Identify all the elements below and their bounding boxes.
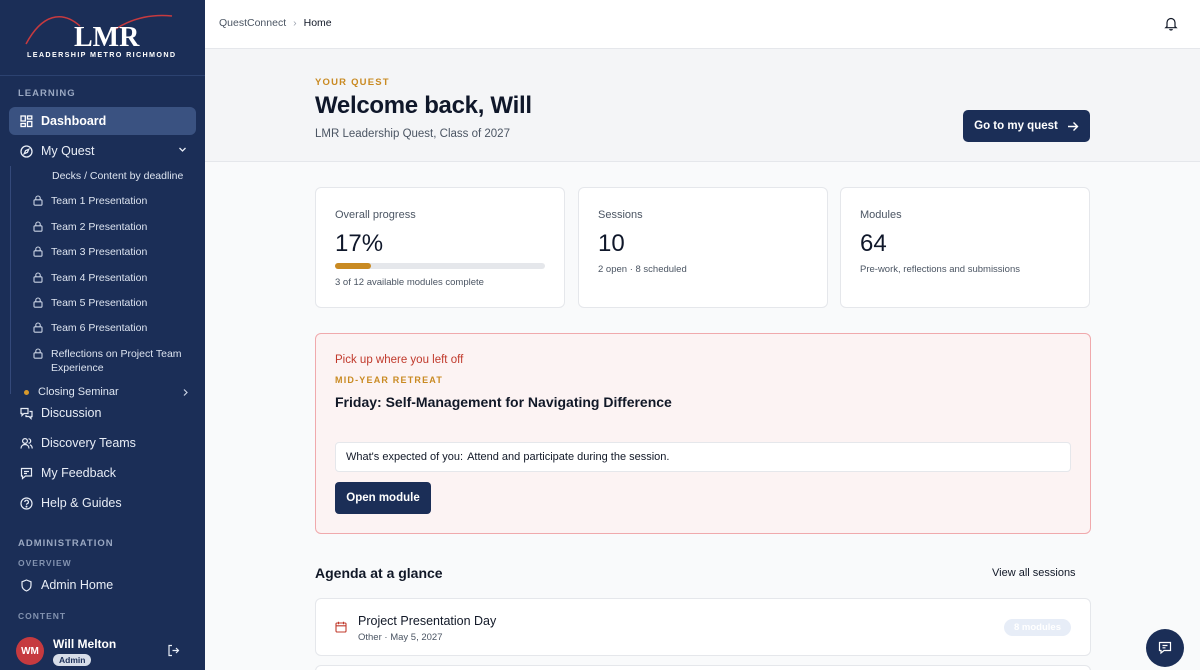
agenda-item-meta: Other · May 5, 2027	[358, 632, 443, 643]
quest-item-team-3[interactable]: Team 3 Presentation	[33, 245, 193, 261]
lmr-logo[interactable]: LMR LEADERSHIP METRO RICHMOND	[0, 0, 205, 75]
modules-card: Modules 64 Pre-work, reflections and sub…	[840, 187, 1090, 308]
sidebar-item-closing-seminar[interactable]: Closing Seminar	[24, 386, 194, 398]
expectation-label: What's expected of you:	[346, 451, 464, 463]
quest-item-decks[interactable]: Decks / Content by deadline	[52, 169, 205, 183]
lock-icon	[33, 348, 44, 363]
hero-eyebrow: YOUR QUEST	[315, 77, 390, 88]
learning-section-label: LEARNING	[18, 88, 76, 99]
quest-item-reflections[interactable]: Reflections on Project Team Experience	[33, 347, 193, 375]
logout-icon[interactable]	[167, 644, 180, 662]
go-to-quest-button[interactable]: Go to my quest	[963, 110, 1090, 142]
stat-value: 64	[860, 230, 887, 257]
sidebar-item-discovery-teams[interactable]: Discovery Teams	[9, 429, 196, 457]
message-square-icon	[19, 466, 33, 480]
status-dot	[24, 389, 29, 395]
progress-bar	[335, 263, 545, 269]
view-all-sessions-link[interactable]: View all sessions	[992, 567, 1076, 579]
quest-item-team-1[interactable]: Team 1 Presentation	[33, 194, 193, 210]
sidebar: LMR LEADERSHIP METRO RICHMOND LEARNING D…	[0, 0, 205, 670]
content-section-label: CONTENT	[18, 611, 67, 621]
pickup-heading: Pick up where you left off	[335, 354, 464, 366]
sidebar-item-admin-home[interactable]: Admin Home	[9, 571, 196, 599]
quest-item-team-4[interactable]: Team 4 Presentation	[33, 271, 193, 287]
breadcrumb-root[interactable]: QuestConnect	[219, 17, 286, 29]
stat-value: 10	[598, 230, 625, 257]
stat-note: 2 open · 8 scheduled	[598, 264, 687, 275]
quest-item-team-6[interactable]: Team 6 Presentation	[33, 321, 193, 337]
sidebar-item-help-guides[interactable]: Help & Guides	[9, 489, 196, 517]
pickup-title: Friday: Self-Management for Navigating D…	[335, 394, 672, 410]
chat-fab-button[interactable]	[1146, 629, 1184, 667]
open-module-button[interactable]: Open module	[335, 482, 431, 514]
lock-icon	[33, 195, 44, 210]
stat-label: Modules	[860, 209, 902, 221]
lock-icon	[33, 221, 44, 236]
shield-icon	[19, 578, 33, 592]
lock-icon	[33, 272, 44, 287]
sidebar-item-my-quest[interactable]: My Quest	[9, 137, 196, 165]
quest-item-team-2[interactable]: Team 2 Presentation	[33, 220, 193, 236]
help-circle-icon	[19, 496, 33, 510]
sidebar-item-label: Dashboard	[41, 114, 107, 128]
chat-bubbles-icon	[19, 406, 33, 420]
expectation-box: What's expected of you: Attend and parti…	[335, 442, 1071, 472]
administration-section-label: ADMINISTRATION	[18, 538, 114, 549]
quest-subnav-rail	[10, 166, 11, 394]
stat-value: 17%	[335, 230, 384, 257]
overview-section-label: OVERVIEW	[18, 558, 72, 568]
stat-label: Sessions	[598, 209, 643, 221]
lmr-logo-mark: LMR	[25, 14, 173, 52]
user-name: Will Melton	[53, 637, 117, 651]
breadcrumb-current: Home	[303, 17, 332, 29]
main-content: Overall progress 17% 3 of 12 available m…	[205, 162, 1200, 670]
pickup-eyebrow: MID-YEAR RETREAT	[335, 375, 444, 385]
agenda-heading: Agenda at a glance	[315, 565, 443, 581]
chevron-down-icon[interactable]	[177, 144, 188, 158]
agenda-item[interactable]	[315, 665, 1091, 670]
agenda-item-title: Project Presentation Day	[358, 614, 497, 628]
logo-subtitle: LEADERSHIP METRO RICHMOND	[27, 50, 177, 59]
stat-note: 3 of 12 available modules complete	[335, 277, 484, 288]
stat-note: Pre-work, reflections and submissions	[860, 264, 1020, 275]
sidebar-divider	[0, 75, 205, 76]
chat-icon	[1158, 641, 1172, 655]
compass-icon	[19, 144, 33, 158]
users-icon	[19, 436, 33, 450]
hero-subtitle: LMR Leadership Quest, Class of 2027	[315, 128, 510, 140]
pickup-card: Pick up where you left off MID-YEAR RETR…	[315, 333, 1091, 534]
user-profile[interactable]: WM Will Melton Admin	[0, 628, 205, 670]
role-badge: Admin	[53, 654, 92, 666]
sidebar-item-label: My Quest	[41, 144, 95, 158]
topbar: QuestConnect › Home	[205, 0, 1200, 49]
lock-icon	[33, 246, 44, 261]
progress-card: Overall progress 17% 3 of 12 available m…	[315, 187, 565, 308]
lock-icon	[33, 322, 44, 337]
quest-item-team-5[interactable]: Team 5 Presentation	[33, 296, 193, 312]
welcome-hero: YOUR QUEST Welcome back, Will LMR Leader…	[205, 50, 1200, 162]
agenda-item[interactable]: Project Presentation Day Other · May 5, …	[315, 598, 1091, 656]
modules-count-badge: 8 modules	[1004, 619, 1071, 636]
breadcrumb: QuestConnect › Home	[219, 17, 332, 29]
calendar-icon	[335, 620, 347, 638]
grid-icon	[19, 114, 33, 128]
bell-icon[interactable]	[1164, 16, 1178, 36]
stat-label: Overall progress	[335, 209, 416, 221]
sessions-card: Sessions 10 2 open · 8 scheduled	[578, 187, 828, 308]
sidebar-item-discussion[interactable]: Discussion	[9, 399, 196, 427]
svg-text:LMR: LMR	[74, 22, 140, 52]
avatar[interactable]: WM	[16, 637, 44, 665]
breadcrumb-separator: ›	[293, 17, 297, 29]
progress-bar-fill	[335, 263, 371, 269]
lock-icon	[33, 297, 44, 312]
arrow-right-icon	[1067, 121, 1079, 131]
sidebar-item-dashboard[interactable]: Dashboard	[9, 107, 196, 135]
page-title: Welcome back, Will	[315, 92, 532, 119]
sidebar-item-my-feedback[interactable]: My Feedback	[9, 459, 196, 487]
expectation-text: Attend and participate during the sessio…	[467, 451, 670, 463]
